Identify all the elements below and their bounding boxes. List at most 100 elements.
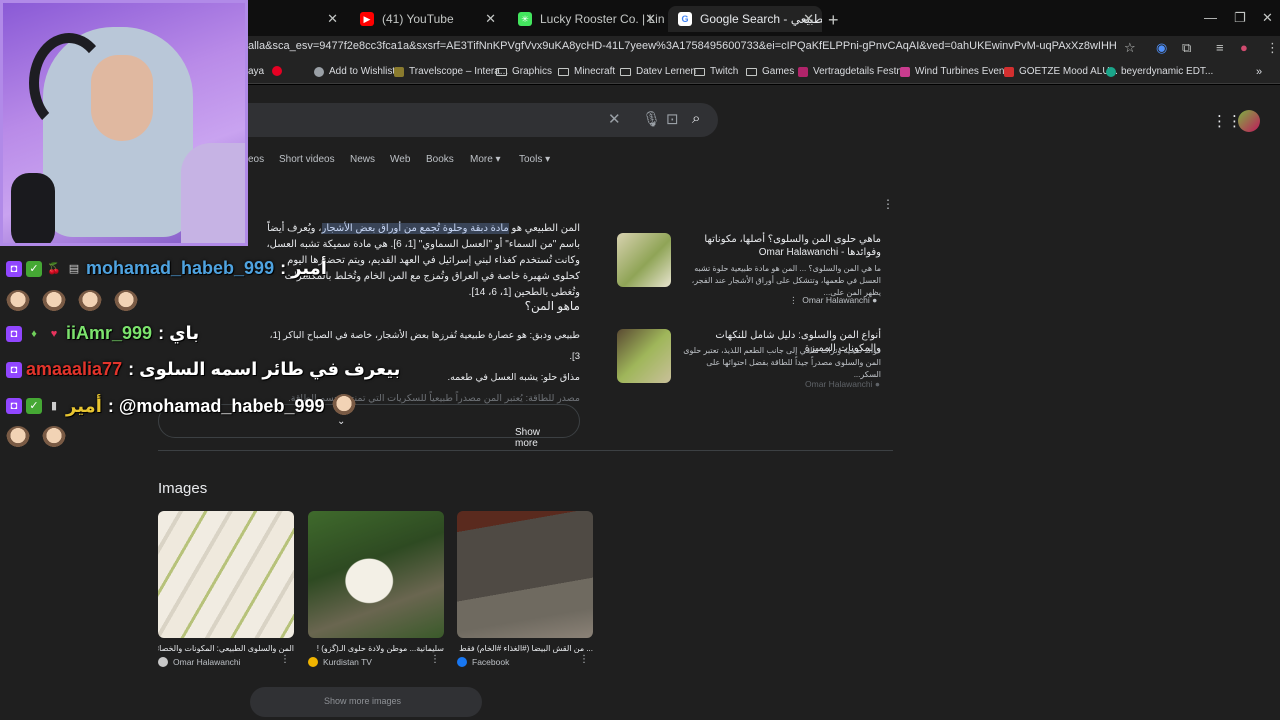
- chat-message: ◘ ✓ 🍒 ▤ mohamad_habeb_999 : أمير: [6, 258, 327, 279]
- extensions-puzzle-icon[interactable]: ⧉: [1182, 40, 1191, 56]
- beyerdynamic-icon: [1106, 66, 1116, 77]
- bookmark-label: aya: [248, 66, 265, 77]
- image-thumbnail: [158, 511, 294, 638]
- avatar[interactable]: [1238, 110, 1260, 132]
- menu-icon[interactable]: ⋮: [1266, 40, 1279, 56]
- more-options-icon[interactable]: ⋮: [280, 654, 290, 665]
- bookmark-label: Graphics: [512, 66, 553, 77]
- card-source-name: Omar Halawanchi: [805, 379, 873, 389]
- image-result[interactable]: المن والسلوى الطبيعي: المكونات والخصائص …: [158, 511, 294, 667]
- twitch-badge-icon: ◘: [6, 398, 22, 414]
- clapper-badge-icon: ▤: [68, 262, 80, 275]
- tools-button[interactable]: Tools ▾: [519, 154, 550, 165]
- phone-badge-icon: ▮: [50, 400, 58, 412]
- bookmark-pinterest[interactable]: [272, 66, 287, 76]
- media-icon[interactable]: ≡: [1216, 40, 1224, 55]
- card-source-name: Omar Halawanchi: [802, 295, 870, 305]
- emote-icon: [6, 426, 30, 450]
- bookmark-vertragdetails[interactable]: Vertragdetails Festn...: [798, 66, 910, 77]
- divider: [158, 450, 893, 451]
- image-result[interactable]: ... من القش البيضا (#الغذاء #الخام) فقط …: [457, 511, 593, 667]
- bookmark-datev-lernen[interactable]: Datev Lernen: [620, 66, 696, 77]
- tab-books[interactable]: Books: [426, 154, 454, 165]
- emote-icon: [6, 290, 30, 314]
- travelscope-icon: [394, 66, 404, 77]
- image-source-name: Facebook: [472, 657, 510, 667]
- youtube-icon: ▶: [360, 12, 374, 26]
- emote-icon: [332, 394, 357, 418]
- tab-videos[interactable]: eos: [248, 154, 264, 165]
- extension-blue-icon[interactable]: ◉: [1156, 40, 1167, 56]
- clear-icon[interactable]: ✕: [608, 110, 621, 128]
- more-options-icon[interactable]: ⋮: [882, 197, 894, 211]
- card-source: ⋮ Omar Halawanchi ●: [789, 295, 878, 305]
- bookmark-label: Datev Lernen: [636, 66, 697, 77]
- more-bookmarks-icon[interactable]: »: [1256, 66, 1262, 78]
- search-icon[interactable]: ⌕: [692, 110, 700, 127]
- chat-text: : @mohamad_habeb_999: [107, 395, 325, 416]
- chat-text: : باي: [158, 323, 200, 343]
- lens-icon[interactable]: ⊡: [666, 110, 679, 128]
- bookmark-aya[interactable]: aya: [248, 66, 264, 77]
- webcam-overlay: [0, 0, 248, 246]
- bookmark-beyerdynamic[interactable]: beyerdynamic EDT...: [1106, 66, 1213, 77]
- card-snippet: ما هي المن والسلوى؟ ... المن هو مادة طبي…: [691, 264, 881, 297]
- bookmark-graphics[interactable]: Graphics: [496, 66, 552, 77]
- star-icon[interactable]: ☆: [1124, 40, 1136, 56]
- tab-news[interactable]: News: [350, 154, 375, 165]
- bookmark-games[interactable]: Games: [746, 66, 794, 77]
- bookmark-twitch[interactable]: Twitch: [694, 66, 738, 77]
- chat-emote-row: [6, 290, 150, 314]
- bookmark-label: GOETZE Mood ALU...: [1019, 66, 1118, 77]
- tab-more[interactable]: More ▾: [470, 154, 501, 165]
- emote-icon: [114, 290, 138, 314]
- restore-icon[interactable]: ❐: [1234, 10, 1246, 26]
- bookmark-label: beyerdynamic EDT...: [1121, 66, 1214, 77]
- bookmark-travelscope[interactable]: Travelscope – Intera...: [394, 66, 508, 77]
- source-card[interactable]: ماهي حلوى المن والسلوى؟ أصلها، مكوناتها …: [617, 233, 887, 311]
- bookmark-label: Add to Wishlist: [329, 66, 396, 77]
- image-caption: ... من القش البيضا (#الغذاء #الخام) فقط …: [457, 644, 593, 653]
- minimize-icon[interactable]: —: [1204, 10, 1217, 25]
- pinterest-icon: [272, 66, 282, 76]
- image-source: Omar Halawanchi: [158, 657, 294, 667]
- tab-web[interactable]: Web: [390, 154, 410, 165]
- wind-icon: [900, 66, 910, 77]
- profile-icon[interactable]: ●: [1240, 40, 1248, 55]
- bookmark-wind-turbines[interactable]: Wind Turbines Even...: [900, 66, 1013, 77]
- tab-youtube[interactable]: ▶ (41) YouTube ✕: [350, 6, 504, 32]
- tab-linktree[interactable]: ✳ Lucky Rooster Co. | Linktree ✕: [508, 6, 664, 32]
- new-tab-icon[interactable]: +: [828, 10, 839, 31]
- tab-short-videos[interactable]: Short videos: [279, 154, 335, 165]
- close-tab-icon[interactable]: ✕: [485, 11, 496, 27]
- tab-hidden[interactable]: ✕: [250, 6, 346, 32]
- tab-google-search[interactable]: G Google Search - المن الطبيعي ✕: [668, 6, 822, 32]
- show-more-images-button[interactable]: Show more images: [250, 687, 482, 717]
- globe-icon: [798, 66, 808, 77]
- more-options-icon[interactable]: ⋮: [430, 654, 440, 665]
- bookmark-label: Twitch: [710, 66, 739, 77]
- bookmark-goetze[interactable]: GOETZE Mood ALU...: [1004, 66, 1118, 77]
- more-options-icon[interactable]: ⋮: [579, 654, 589, 665]
- facebook-icon: [457, 657, 467, 667]
- close-window-icon[interactable]: ✕: [1262, 10, 1273, 26]
- chat-username: mohamad_habeb_999: [86, 258, 275, 278]
- bookmark-add-to-wishlist[interactable]: Add to Wishlist: [314, 66, 395, 77]
- microphone-icon[interactable]: 🎙: [642, 110, 661, 128]
- close-tab-icon[interactable]: ✕: [803, 11, 814, 27]
- image-caption: سليمانية... موطن ولادة حلوى الـ(گزو) !: [316, 644, 444, 653]
- bookmark-minecraft[interactable]: Minecraft: [558, 66, 615, 77]
- close-tab-icon[interactable]: ✕: [645, 11, 656, 27]
- close-tab-icon[interactable]: ✕: [327, 11, 338, 27]
- image-source-name: Omar Halawanchi: [173, 657, 241, 667]
- source-card[interactable]: أنواع المن والسلوى: دليل شامل للنكهات وا…: [617, 329, 887, 391]
- url-field[interactable]: alla&sca_esv=9477f2e8cc3fca1a&sxsrf=AE3T…: [248, 40, 1116, 52]
- image-source-name: Kurdistan TV: [323, 657, 372, 667]
- show-more-images-label: Show more images: [324, 696, 402, 706]
- image-source: Kurdistan TV: [308, 657, 444, 667]
- image-thumbnail: [308, 511, 444, 638]
- image-source: Facebook: [457, 657, 593, 667]
- emote-icon: [42, 290, 66, 314]
- image-result[interactable]: سليمانية... موطن ولادة حلوى الـ(گزو) ! K…: [308, 511, 444, 667]
- search-input[interactable]: ✕ 🎙 ⊡ ⌕: [200, 103, 718, 137]
